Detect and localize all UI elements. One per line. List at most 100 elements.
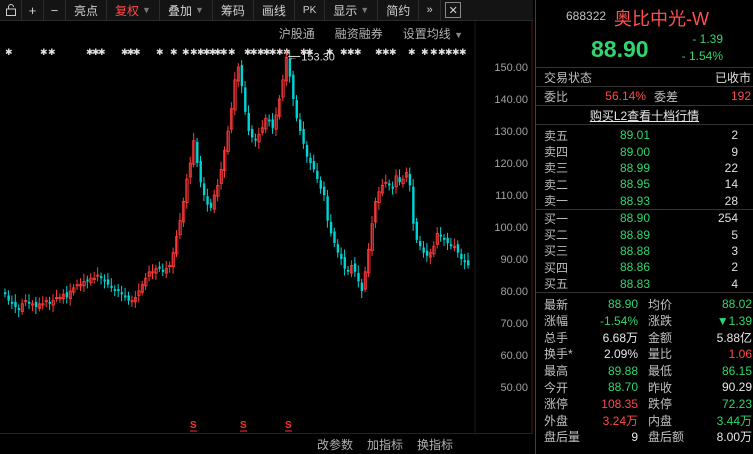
stat-value: 90.29 (721, 380, 752, 395)
toolbar-chips-button[interactable]: 筹码 (213, 0, 254, 21)
bid-row: 买四 88.86 2 (544, 260, 738, 275)
price-axis-label: 140.00 (494, 94, 528, 106)
close-icon[interactable]: ✕ (445, 2, 462, 18)
stat-label: 跌停 (648, 397, 673, 412)
stat-row: 涨幅 -1.54% 涨跌 ▼1.39 (536, 313, 753, 330)
price-change-pct: - 1.54% (681, 49, 723, 63)
candle-body-down (117, 289, 120, 291)
chart-toolbar: + − 亮点 复权 ▼ 叠加 ▼ 筹码 画线 PK 显示 ▼ 简约 » ✕ (0, 0, 533, 21)
toolbar-simple-button[interactable]: 简约 (378, 0, 420, 21)
candle-body-down (124, 295, 127, 298)
candle-body-down (302, 129, 305, 144)
candle-body-down (463, 260, 467, 263)
stat-value: 72.23 (721, 396, 752, 411)
stat-label: 外盘 (544, 413, 569, 428)
stat-label: 均价 (648, 297, 673, 312)
stat-label: 金额 (648, 330, 673, 345)
candle-body-down (268, 119, 271, 122)
event-marker: S (240, 420, 247, 431)
stat-label: 量比 (648, 347, 673, 362)
margin-trading-link[interactable]: 融资融券 (335, 25, 383, 42)
weibi-label: 委比 (544, 89, 569, 104)
candle-body-down (322, 186, 326, 195)
last-price: 88.90 (591, 36, 649, 62)
marker-star: ✱ (430, 47, 438, 57)
double-chevron-right-icon[interactable]: » (419, 0, 442, 21)
stats-grid: 最新 88.90 均价 88.02 涨幅 -1.54% 涨跌 ▼1.39 总手 6.68万 金额 5.… (536, 293, 753, 445)
add-indicator-link[interactable]: 加指标 (367, 436, 403, 453)
candle-body-down (336, 244, 340, 253)
candle-body-down (295, 100, 298, 119)
zoom-in-icon[interactable]: + (22, 0, 44, 21)
candle-body-down (360, 282, 364, 291)
stat-value: 89.88 (607, 363, 638, 378)
stat-label: 最低 (648, 364, 673, 379)
stat-value: 88.90 (607, 297, 638, 312)
weicha-label: 委差 (654, 89, 679, 104)
candle-body-down (419, 241, 422, 247)
toolbar-pk-button[interactable]: PK (295, 0, 326, 21)
stat-label: 昨收 (648, 380, 673, 395)
candle-body-down (199, 161, 202, 183)
marker-star: ✱ (156, 47, 164, 57)
toolbar-draw-button[interactable]: 画线 (254, 0, 295, 21)
event-marker: S (285, 420, 292, 431)
candle-body-down (298, 119, 302, 131)
marker-star: ✱ (421, 47, 429, 57)
stat-value: 2.09% (603, 346, 638, 361)
candle-body-down (10, 301, 14, 304)
candle-body-down (244, 87, 247, 112)
candle-body-down (460, 253, 463, 259)
status-label: 交易状态 (544, 70, 593, 85)
candle-body-down (206, 196, 209, 205)
candle-body-down (158, 266, 161, 269)
stat-value: 3.24万 (602, 413, 638, 428)
stat-label: 盘后量 (544, 430, 581, 445)
stat-value: 6.68万 (602, 330, 638, 345)
marker-star: ✱ (5, 47, 13, 57)
candle-body-down (333, 231, 336, 243)
toolbar-display-button[interactable]: 显示 ▼ (325, 0, 379, 21)
bid-row: 买一 88.90 254 (544, 211, 738, 226)
stat-row: 盘后量 9 盘后额 8.00万 (536, 429, 753, 446)
candle-body-down (202, 183, 206, 195)
price-axis-label: 130.00 (494, 126, 528, 138)
candle-body-down (86, 279, 89, 282)
l2-purchase-link[interactable]: 购买L2查看十档行情 (536, 106, 753, 125)
ma-settings-link[interactable]: 设置均线 ▼ (403, 25, 463, 42)
lock-icon[interactable] (0, 0, 22, 21)
weibi-value: 56.14% (605, 89, 646, 103)
candle-body-down (343, 257, 346, 269)
ask-row: 卖二 88.95 14 (544, 177, 738, 192)
candle-body-down (422, 247, 425, 253)
candle-body-down (329, 221, 333, 234)
chevron-down-icon: ▼ (194, 5, 204, 15)
candle-body-down (412, 186, 415, 224)
stat-label: 盘后额 (648, 430, 685, 445)
zoom-out-icon[interactable]: − (44, 0, 66, 21)
stat-label: 最高 (544, 364, 569, 379)
hk-connect-link[interactable]: 沪股通 (279, 25, 315, 42)
stat-label: 最新 (544, 297, 569, 312)
candle-body-down (14, 301, 17, 307)
marker-star: ✱ (182, 47, 190, 57)
candle-body-down (449, 244, 453, 247)
change-params-link[interactable]: 改参数 (317, 436, 353, 453)
candle-body-down (415, 221, 418, 240)
toolbar-adjust-button[interactable]: 复权 ▼ (107, 0, 160, 21)
toolbar-overlay-button[interactable]: 叠加 ▼ (160, 0, 213, 21)
price-axis-label: 60.00 (500, 350, 528, 362)
weicha-value: 192 (730, 89, 751, 103)
toolbar-highlight-button[interactable]: 亮点 (66, 0, 108, 21)
price-axis-label: 80.00 (500, 286, 528, 298)
switch-indicator-link[interactable]: 换指标 (417, 436, 453, 453)
chevron-down-icon: ▼ (142, 5, 151, 15)
stat-value: 88.70 (607, 380, 638, 395)
max-price-label: 153.30 (301, 51, 335, 63)
candle-body-down (319, 180, 322, 189)
orderbook: 卖五 89.01 2 卖四 89.00 9 卖三 88.99 22 卖二 88.95 14 卖一… (536, 125, 753, 293)
candle-body-down (340, 253, 343, 259)
kline-chart[interactable]: 150.00 140.00 130.00 120.00 110.00 100.00 90.0… (0, 21, 533, 433)
stat-row: 今开 88.70 昨收 90.29 (536, 379, 753, 396)
candle-body-down (100, 276, 103, 279)
